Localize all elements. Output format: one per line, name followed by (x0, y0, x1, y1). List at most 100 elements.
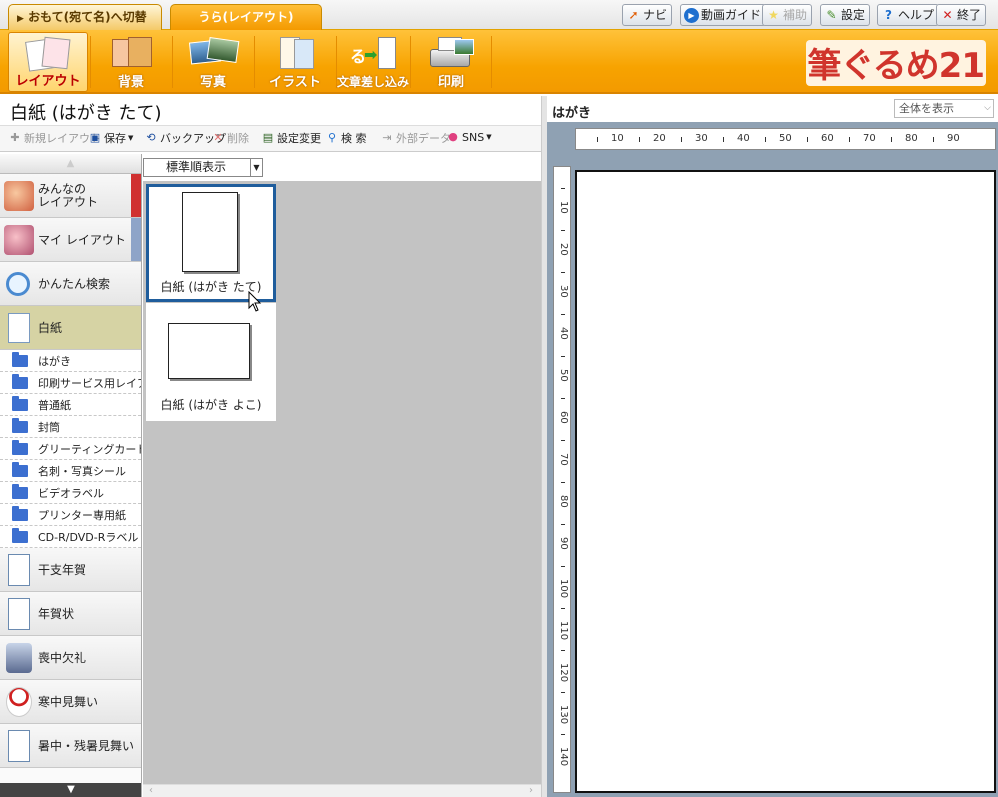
ruler-top-label: 20 (653, 133, 666, 144)
wrench-icon: ✎ (826, 7, 837, 22)
main-ribbon: レイアウト 背景 写真 イラスト る ➡ 文章差し込み 印刷 筆ぐるめ21 (0, 30, 998, 94)
ribbon-illustration-button[interactable]: イラスト (255, 32, 335, 92)
ribbon-text-insert-button[interactable]: る ➡ 文章差し込み (337, 32, 409, 92)
ribbon-print-label: 印刷 (437, 75, 464, 90)
ruler-tick (561, 272, 565, 273)
category-winter-greeting[interactable]: 寒中見舞い (0, 680, 141, 724)
folder-icon (12, 373, 28, 389)
folder-icon (12, 395, 28, 411)
blank-paper-icon (8, 312, 30, 343)
category-blank-paper[interactable]: 白紙 (0, 306, 141, 350)
horizontal-ruler: 10 20 30 40 50 60 70 80 90 (575, 128, 996, 150)
preview-header: はがき 全体を表示 ⌵ (547, 96, 998, 122)
ribbon-layout-button[interactable]: レイアウト (8, 32, 88, 92)
scroll-down-button[interactable]: ▼ (0, 783, 141, 797)
template-horizontal-scrollbar[interactable]: ‹ › (143, 784, 541, 797)
subfolder-envelope[interactable]: 封筒 (0, 416, 141, 438)
help-button[interactable]: ? ヘルプ (877, 4, 940, 26)
sns-icon: ● (448, 130, 458, 143)
postcard-canvas[interactable] (575, 170, 996, 793)
sort-order-value: 標準順表示 (166, 160, 227, 174)
search-button[interactable]: ⚲ 検 索 (325, 130, 367, 146)
template-card-landscape[interactable]: 白紙 (はがき よこ) (146, 303, 276, 421)
subfolder-business-card[interactable]: 名刺・写真シール (0, 460, 141, 482)
ruler-tick (561, 566, 565, 567)
delete-button[interactable]: ✕ 削除 (211, 130, 249, 146)
text-insert-icon: る ➡ (348, 35, 398, 73)
category-everyone-layout[interactable]: みんなの レイアウト (0, 174, 141, 218)
tab-back-layout[interactable]: うら(レイアウト) (170, 4, 322, 30)
category-eto-nenga[interactable]: 干支年賀 (0, 548, 141, 592)
navi-button[interactable]: ➚ ナビ (622, 4, 673, 26)
subfolder-print-service[interactable]: 印刷サービス用レイアウト (0, 372, 141, 394)
exit-button[interactable]: ✕ 終了 (936, 4, 987, 26)
ribbon-print-button[interactable]: 印刷 (411, 32, 491, 92)
category-label: 白紙 (38, 321, 63, 335)
ruler-tick (561, 524, 565, 525)
category-nengajo[interactable]: 年賀状 (0, 592, 141, 636)
save-button[interactable]: ▣ 保存 ▼ (88, 130, 134, 146)
settings-button[interactable]: ✎ 設定 (820, 4, 871, 26)
ruler-left-label: 90 (558, 537, 569, 550)
ribbon-photo-button[interactable]: 写真 (173, 32, 253, 92)
category-mourning[interactable]: 喪中欠礼 (0, 636, 141, 680)
settings-change-button[interactable]: ▤ 設定変更 (261, 130, 321, 146)
ribbon-background-label: 背景 (117, 75, 144, 90)
settings-label: 設定 (841, 8, 866, 22)
zoom-value: 全体を表示 (899, 102, 954, 115)
ruler-top-label: 50 (779, 133, 792, 144)
subfolder-postcard[interactable]: はがき (0, 350, 141, 372)
ruler-top-label: 40 (737, 133, 750, 144)
people-icon (4, 180, 34, 211)
ruler-tick (561, 734, 565, 735)
tab-front-address[interactable]: ▶ おもて(宛て名)へ切替 (8, 4, 162, 30)
sort-bar: 標準順表示 ▼ (143, 154, 541, 181)
external-data-button[interactable]: ⇥ 外部データ (380, 130, 451, 146)
subfolder-label: はがき (38, 354, 71, 368)
layout-icon (23, 36, 73, 74)
ruler-tick (561, 314, 565, 315)
ruler-tick (561, 650, 565, 651)
app-window: ▶ おもて(宛て名)へ切替 うら(レイアウト) ➚ ナビ ▶ 動画ガイド ★ 補… (0, 0, 998, 797)
subfolder-label: ビデオラベル (38, 486, 104, 500)
subfolder-printer-paper[interactable]: プリンター専用紙 (0, 504, 141, 526)
ruler-left-label: 130 (558, 705, 569, 725)
tab-back-label: うら(レイアウト) (198, 10, 294, 24)
chevron-down-icon: ▼ (250, 159, 262, 176)
subfolder-plain-paper[interactable]: 普通紙 (0, 394, 141, 416)
mouse-pointer-icon (248, 291, 262, 312)
ruler-left-label: 100 (558, 579, 569, 599)
delete-icon: ✕ (213, 131, 223, 144)
printer-icon (426, 35, 476, 73)
ruler-top-label: 10 (611, 133, 624, 144)
background-icon (106, 35, 156, 73)
ribbon-background-button[interactable]: 背景 (91, 32, 171, 92)
close-icon: ✕ (942, 7, 953, 22)
layout-title: 白紙 (はがき たて) (10, 103, 162, 124)
sort-order-select[interactable]: 標準順表示 ▼ (143, 158, 263, 177)
category-summer-greeting[interactable]: 暑中・残暑見舞い (0, 724, 141, 768)
ruler-top-label: 80 (905, 133, 918, 144)
settings-change-label: 設定変更 (277, 132, 321, 145)
category-my-layout[interactable]: マイ レイアウト (0, 218, 141, 262)
zoom-select[interactable]: 全体を表示 ⌵ (894, 99, 994, 118)
subfolder-greeting-card[interactable]: グリーティングカード (0, 438, 141, 460)
subfolder-cd-label[interactable]: CD-R/DVD-Rラベル (0, 526, 141, 548)
ruler-tick (561, 188, 565, 189)
star-icon: ★ (768, 7, 779, 22)
help-icon: ? (885, 7, 892, 22)
folder-icon (12, 527, 28, 543)
delete-label: 削除 (227, 132, 249, 145)
scroll-up-button[interactable]: ▲ (0, 154, 141, 174)
photo-icon (188, 35, 240, 73)
ruler-tick (561, 440, 565, 441)
sns-button[interactable]: ● SNS ▼ (446, 130, 491, 144)
assist-button[interactable]: ★ 補助 (762, 4, 813, 26)
template-card-portrait[interactable]: 白紙 (はがき たて) (146, 184, 276, 302)
category-easy-search[interactable]: かんたん検索 (0, 262, 141, 306)
ruler-left-label: 30 (558, 285, 569, 298)
illustration-icon (270, 35, 320, 73)
video-guide-button[interactable]: ▶ 動画ガイド (680, 4, 767, 26)
subfolder-video-label[interactable]: ビデオラベル (0, 482, 141, 504)
postcard-icon (8, 597, 30, 630)
